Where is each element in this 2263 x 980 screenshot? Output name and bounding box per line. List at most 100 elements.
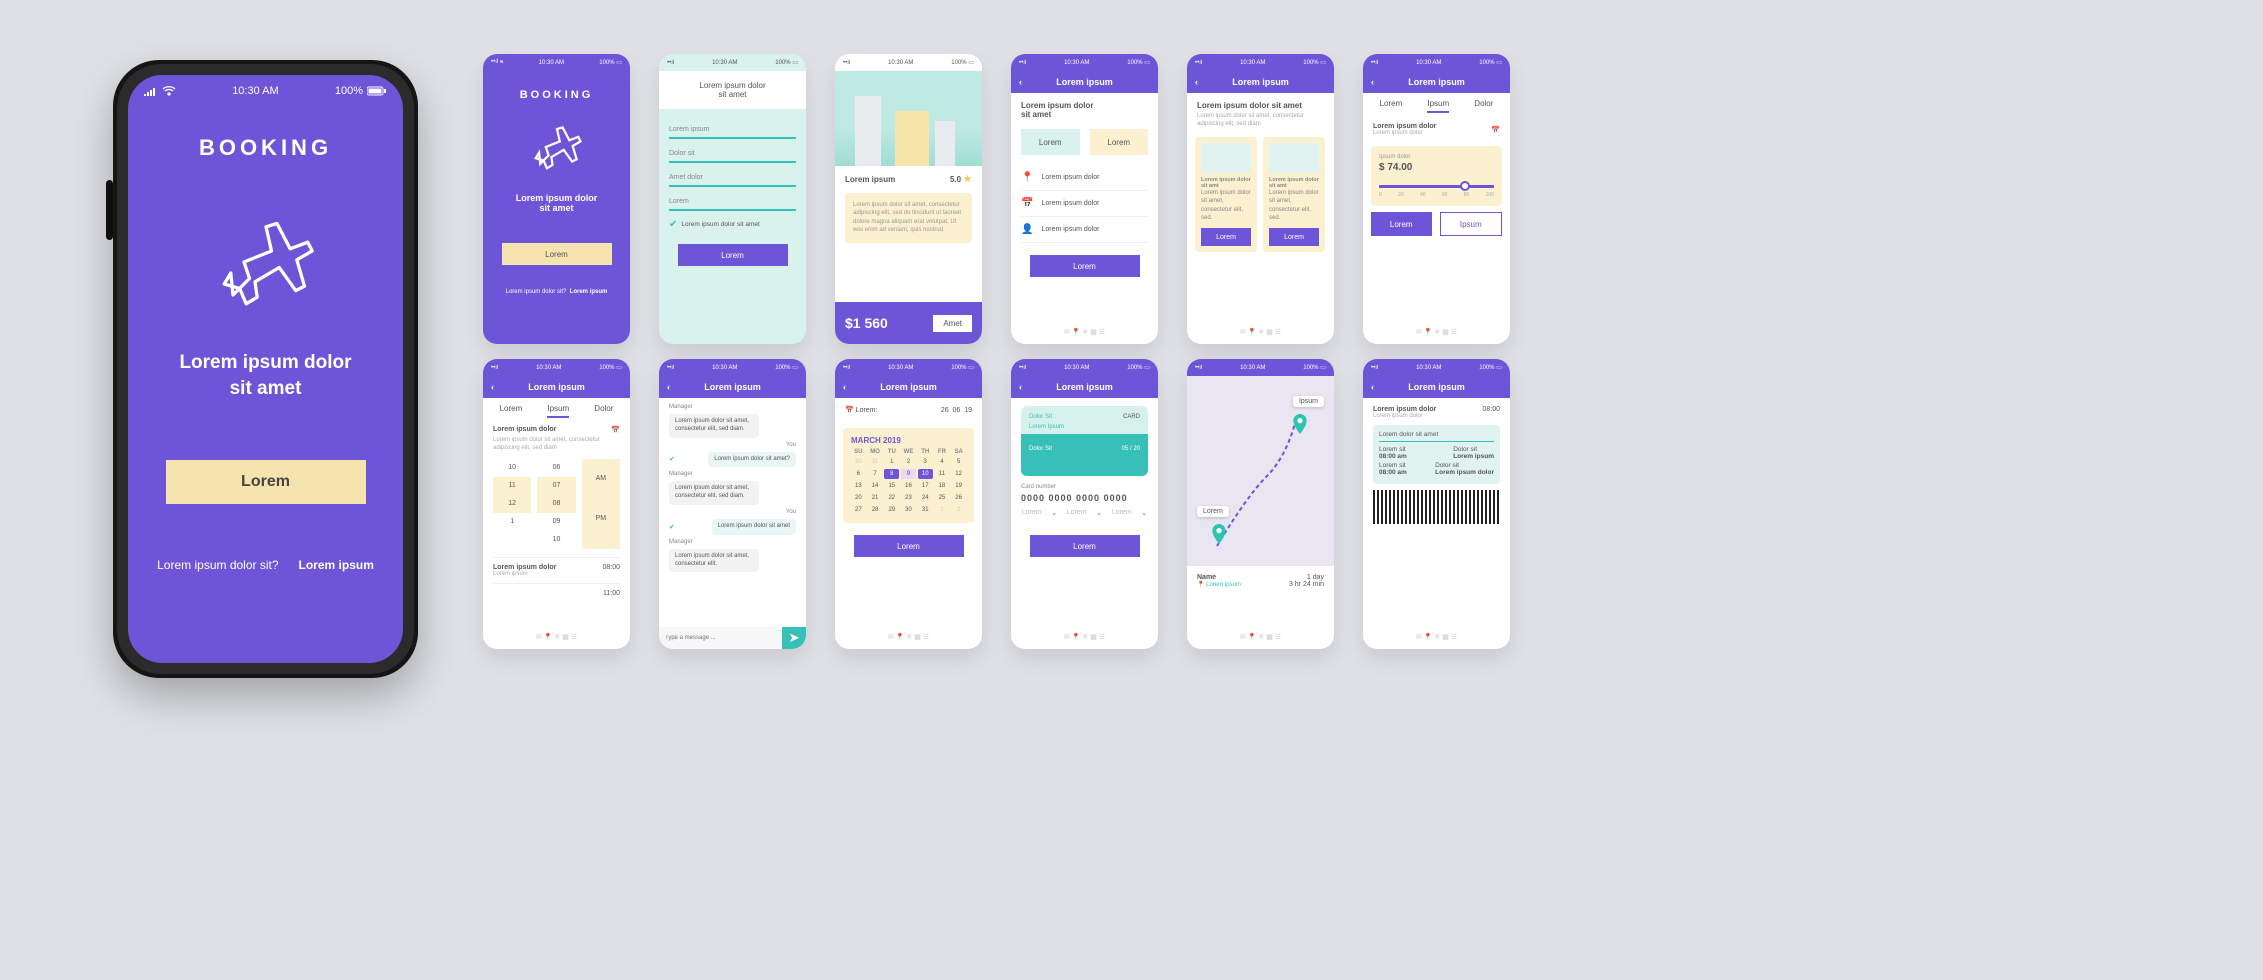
back-icon[interactable]: ‹: [1019, 382, 1022, 392]
apply-button[interactable]: Lorem: [1371, 212, 1432, 236]
calendar-icon: 📅: [1021, 198, 1033, 209]
screen-calendar: ••ıl10:30 AM100% ▭‹Lorem ipsum 📅 Lorem: …: [835, 359, 982, 649]
price-bar: $1 560 Amet: [835, 302, 982, 344]
hero-subtitle-2: sit amet: [128, 378, 403, 400]
time-picker[interactable]: 1011121 0607080910 AMPM: [483, 457, 630, 551]
bottom-nav: ✉ 📍 ✈ ▦ ☰: [1187, 320, 1334, 344]
title-row: Lorem ipsum 5.0 ★: [835, 166, 982, 193]
calendar[interactable]: MARCH 2019 SUMOTUWETHFRSA303112345678910…: [843, 428, 974, 523]
app-title: BOOKING: [128, 135, 403, 161]
back-icon[interactable]: ‹: [667, 382, 670, 392]
row-calendar[interactable]: 📅Lorem ipsum dolor: [1021, 191, 1148, 217]
battery-icon: [367, 86, 387, 96]
dd-1[interactable]: Lorem: [1022, 509, 1042, 517]
sub1: Lorem ipsum dolor: [483, 193, 630, 203]
hero-screen: 10:30 AM 100% BOOKING Lorem ipsum dolor …: [128, 75, 403, 663]
back-icon[interactable]: ‹: [491, 382, 494, 392]
input-4[interactable]: Lorem: [669, 193, 796, 211]
chevron-down-icon: ⌄: [1096, 509, 1102, 517]
tab-1[interactable]: Lorem: [1380, 99, 1403, 113]
row-person[interactable]: 👤Lorem ipsum dolor: [1021, 217, 1148, 243]
chip-a[interactable]: Lorem: [1021, 129, 1080, 155]
pin-icon: [1211, 524, 1227, 544]
status-bar: ••ıl10:30 AM100% ▭: [659, 54, 806, 71]
hero-subtitle-1: Lorem ipsum dolor: [128, 352, 403, 374]
chat-input-bar: ➤: [659, 627, 806, 649]
bottom-nav: ✉ 📍 ✈ ▦ ☰: [1363, 320, 1510, 344]
header: ••ıl10:30 AM100% ▭ ‹Lorem ipsum: [1011, 54, 1158, 93]
bottom-nav: ✉ 📍 ✈ ▦ ☰: [835, 625, 982, 649]
send-button[interactable]: ➤: [782, 627, 806, 649]
screen-ticket: ••ıl10:30 AM100% ▭‹Lorem ipsum Lorem ips…: [1363, 359, 1510, 649]
chat-input[interactable]: [659, 627, 782, 649]
range-slider[interactable]: [1379, 185, 1494, 188]
back-icon[interactable]: ‹: [1019, 77, 1022, 87]
tab-1[interactable]: Lorem: [500, 404, 523, 418]
ticket-block: Lorem dolor sit amet Lorem sit08:00 amDo…: [1373, 425, 1500, 484]
calendar-icon: 📅: [845, 407, 854, 414]
bottom-nav: ✉ 📍 ✈ ▦ ☰: [1011, 320, 1158, 344]
title: BOOKING: [483, 89, 630, 101]
tab-2[interactable]: Ipsum: [547, 404, 569, 418]
row-location[interactable]: 📍Lorem ipsum dolor: [1021, 165, 1148, 191]
card-2[interactable]: Lorem ipsum dolor sit amtLorem ipsum dol…: [1263, 137, 1325, 253]
tab-2[interactable]: Ipsum: [1427, 99, 1449, 113]
sub2: sit amet: [483, 203, 630, 213]
status-battery: 100%: [335, 85, 363, 97]
bottom-nav: ✉ 📍 ✈ ▦ ☰: [1011, 625, 1158, 649]
card-btn[interactable]: Lorem: [1269, 228, 1319, 246]
price: $ 74.00: [1379, 162, 1494, 173]
screen-cards: ••ıl10:30 AM100% ▭‹Lorem ipsum Lorem ips…: [1187, 54, 1334, 344]
price: $1 560: [845, 315, 888, 331]
price-cta-button[interactable]: Amet: [933, 315, 972, 332]
msg: Lorem ipsum dolor sit amet?: [708, 452, 796, 468]
back-icon[interactable]: ‹: [1371, 77, 1374, 87]
tabs: Lorem Ipsum Dolor: [1363, 93, 1510, 119]
chevron-down-icon: ⌄: [1141, 509, 1147, 517]
screen-map: ••ıl10:30 AM100% ▭ Ipsum Lorem Name📍 Lor…: [1187, 359, 1334, 649]
screen-payment: ••ıl10:30 AM100% ▭‹Lorem ipsum Dolor Sit…: [1011, 359, 1158, 649]
msg: Lorem ipsum dolor sit amet, consectetur …: [669, 414, 759, 438]
card-btn[interactable]: Lorem: [1201, 228, 1251, 246]
barcode: [1373, 490, 1500, 524]
card-1[interactable]: Lorem ipsum dolor sit amtLorem ipsum dol…: [1195, 137, 1257, 253]
pin-label-1: Ipsum: [1293, 396, 1324, 407]
hero-footer-link[interactable]: Lorem ipsum: [299, 558, 374, 572]
screen-timepicker: ••ıl10:30 AM100% ▭‹Lorem ipsum LoremIpsu…: [483, 359, 630, 649]
checkbox-row[interactable]: ✔Lorem ipsum dolor sit amet: [669, 219, 796, 230]
dd-2[interactable]: Lorem: [1067, 509, 1087, 517]
card-number[interactable]: 0000 0000 0000 0000: [1021, 493, 1148, 503]
check-icon: ✔: [669, 523, 675, 531]
chip-b[interactable]: Lorem: [1090, 129, 1149, 155]
status-time: 10:30 AM: [232, 85, 278, 97]
bottom-nav: ✉ 📍 ✈ ▦ ☰: [1187, 625, 1334, 649]
hero-image: [835, 71, 982, 166]
calendar-icon[interactable]: 📅: [1491, 126, 1500, 134]
submit-button[interactable]: Lorem: [678, 244, 788, 266]
plane-icon: [529, 119, 585, 175]
reset-button[interactable]: Ipsum: [1440, 212, 1503, 236]
description: Lorem ipsum dolor sit amet, consectetur …: [845, 193, 972, 243]
cta-button[interactable]: Lorem: [502, 243, 612, 265]
pay-button[interactable]: Lorem: [1030, 535, 1140, 557]
action-button[interactable]: Lorem: [1030, 255, 1140, 277]
person-icon: 👤: [1021, 224, 1033, 235]
tab-3[interactable]: Dolor: [1474, 99, 1493, 113]
hero-cta-button[interactable]: Lorem: [166, 460, 366, 504]
back-icon[interactable]: ‹: [843, 382, 846, 392]
input-1[interactable]: Lorem ipsum: [669, 121, 796, 139]
hero-footer-question: Lorem ipsum dolor sit?: [157, 558, 278, 572]
calendar-apply-button[interactable]: Lorem: [854, 535, 964, 557]
map[interactable]: Ipsum Lorem: [1187, 376, 1334, 566]
calendar-icon[interactable]: 📅: [611, 426, 620, 434]
back-icon[interactable]: ‹: [1371, 382, 1374, 392]
tab-3[interactable]: Dolor: [594, 404, 613, 418]
input-3[interactable]: Amet dolor: [669, 169, 796, 187]
back-icon[interactable]: ‹: [1195, 77, 1198, 87]
footer-link[interactable]: Lorem ipsum: [570, 289, 608, 295]
check-icon: ✔: [669, 219, 677, 230]
dd-3[interactable]: Lorem: [1112, 509, 1132, 517]
status-bar: 10:30 AM 100%: [128, 75, 403, 107]
input-2[interactable]: Dolor sit: [669, 145, 796, 163]
screen-info: ••ıl10:30 AM100% ▭ ‹Lorem ipsum Lorem ip…: [1011, 54, 1158, 344]
